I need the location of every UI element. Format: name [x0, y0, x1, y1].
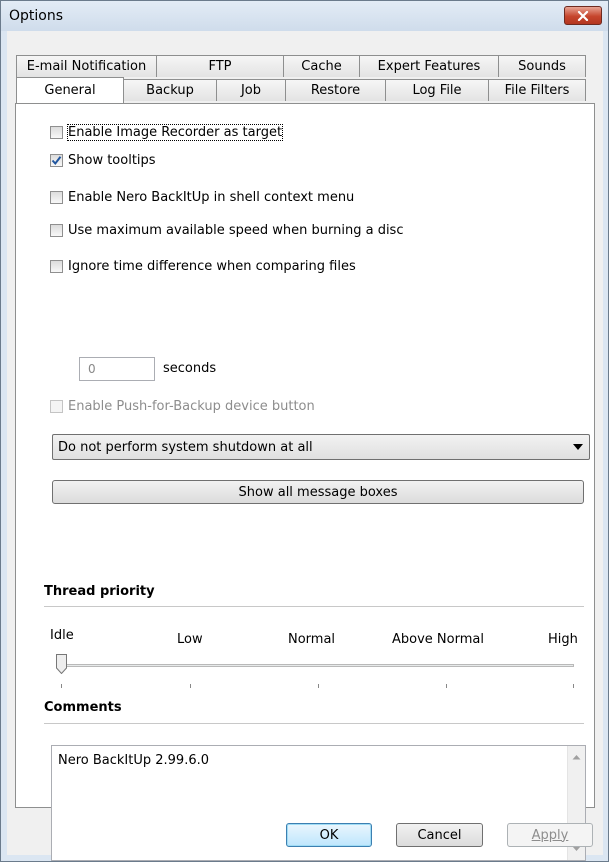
shell-context-menu-option[interactable]: Enable Nero BackItUp in shell context me…: [50, 187, 354, 207]
slider-thumb[interactable]: [56, 654, 67, 674]
shell-context-menu-checkbox[interactable]: [50, 190, 63, 204]
general-tab-panel: Enable Image Recorder as target Show too…: [15, 103, 595, 861]
ignore-time-difference-option[interactable]: Ignore time difference when comparing fi…: [50, 256, 356, 276]
enable-image-recorder-label: Enable Image Recorder as target: [66, 123, 284, 141]
tab-email-notification[interactable]: E-mail Notification: [16, 55, 157, 77]
comments-text: Nero BackItUp 2.99.6.0: [58, 753, 210, 768]
time-difference-input[interactable]: [79, 357, 155, 381]
push-for-backup-option: Enable Push-for-Backup device button: [50, 396, 315, 416]
max-speed-option[interactable]: Use maximum available speed when burning…: [50, 220, 403, 240]
slider-tick: [61, 684, 62, 688]
comments-heading: Comments: [44, 700, 122, 715]
tab-backup[interactable]: Backup: [123, 79, 217, 101]
dialog-client-area: E-mail Notification FTP Cache Expert Fea…: [7, 31, 603, 861]
priority-label-above-normal: Above Normal: [392, 632, 484, 647]
thread-priority-divider: [44, 606, 584, 607]
thread-priority-slider-track[interactable]: [60, 664, 574, 667]
cancel-button[interactable]: Cancel: [396, 823, 483, 847]
max-speed-checkbox[interactable]: [50, 223, 63, 237]
enable-image-recorder-option[interactable]: Enable Image Recorder as target: [50, 122, 284, 142]
show-tooltips-option[interactable]: Show tooltips: [50, 150, 156, 170]
shell-context-menu-label: Enable Nero BackItUp in shell context me…: [68, 189, 355, 205]
shutdown-select-value: Do not perform system shutdown at all: [58, 439, 313, 455]
priority-label-low: Low: [177, 632, 203, 647]
slider-tick: [318, 684, 319, 688]
tab-ftp[interactable]: FTP: [156, 55, 284, 77]
shutdown-select[interactable]: Do not perform system shutdown at all: [52, 434, 590, 460]
tab-cache[interactable]: Cache: [283, 55, 360, 77]
options-window: Options E-mail Notification FTP Cache Ex…: [0, 0, 609, 862]
comments-divider: [44, 723, 584, 724]
thread-priority-heading: Thread priority: [44, 584, 155, 599]
show-all-message-boxes-button[interactable]: Show all message boxes: [52, 480, 584, 504]
priority-label-idle: Idle: [50, 628, 74, 643]
tab-log-file[interactable]: Log File: [385, 79, 489, 101]
slider-tick: [446, 684, 447, 688]
tab-expert-features[interactable]: Expert Features: [359, 55, 499, 77]
show-tooltips-checkbox[interactable]: [50, 153, 63, 167]
apply-button[interactable]: Apply: [507, 823, 593, 847]
push-for-backup-label: Enable Push-for-Backup device button: [68, 398, 315, 414]
checkmark-icon: [51, 155, 62, 165]
priority-label-normal: Normal: [288, 632, 336, 647]
push-for-backup-checkbox: [50, 399, 63, 413]
priority-label-high: High: [548, 632, 578, 647]
close-icon: [577, 10, 589, 21]
window-title: Options: [9, 8, 64, 24]
tab-file-filters[interactable]: File Filters: [488, 79, 586, 101]
title-bar: Options: [1, 1, 608, 31]
slider-tick: [573, 684, 574, 688]
scroll-up-arrow-icon[interactable]: [572, 754, 581, 760]
dropdown-arrow-icon: [573, 444, 583, 450]
slider-tick: [190, 684, 191, 688]
ignore-time-difference-checkbox[interactable]: [50, 259, 63, 273]
enable-image-recorder-checkbox[interactable]: [50, 125, 63, 139]
show-tooltips-label: Show tooltips: [68, 152, 156, 168]
tab-restore[interactable]: Restore: [285, 79, 386, 101]
tab-job[interactable]: Job: [216, 79, 286, 101]
tab-general[interactable]: General: [16, 77, 124, 103]
ok-button[interactable]: OK: [286, 823, 372, 847]
max-speed-label: Use maximum available speed when burning…: [68, 222, 404, 238]
ignore-time-difference-label: Ignore time difference when comparing fi…: [68, 258, 356, 274]
seconds-label: seconds: [163, 361, 217, 376]
tab-sounds[interactable]: Sounds: [498, 55, 586, 77]
close-button[interactable]: [564, 6, 602, 25]
